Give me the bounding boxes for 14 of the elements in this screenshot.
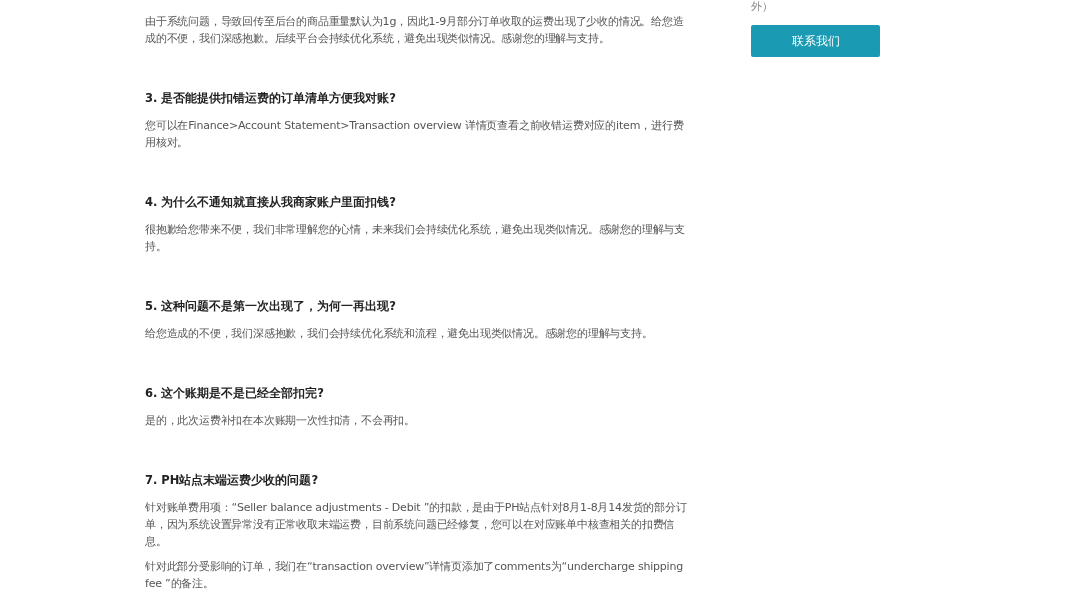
note-fragment: 外） — [751, 0, 774, 14]
answer-paragraph: 针对此部分受影响的订单，我们在“transaction overview”详情页添加了comments为“undercharge shipping fee ”的备注。 — [145, 559, 685, 592]
answer-paragraph: 很抱歉给您带来不便，我们非常理解您的心情，未来我们会持续优化系统，避免出现类似情况。感谢您的理解与支持。 — [145, 222, 686, 255]
answer-paragraph: 是的，此次运费补扣在本次账期一次性扣清，不会再扣。 — [145, 413, 416, 429]
answer-paragraph: 您可以在Finance>Account Statement>Transaction overview 详情页查看之前收错运费对应的item，进行费用核对。 — [145, 118, 685, 151]
faq-question: 5. 这种问题不是第一次出现了，为何一再出现? — [145, 298, 398, 315]
answer-paragraph: 给您造成的不便，我们深感抱歉，我们会持续优化系统和流程，避免出现类似情况。感谢您的理解与支持。 — [145, 326, 654, 342]
faq-question: 3. 是否能提供扣错运费的订单清单方便我对账? — [145, 90, 398, 107]
answer-paragraph: 针对账单费用项：“Seller balance adjustments - Debit ”的扣款，是由于PH站点针对8月1-8月14发货的部分订单，因为系统设置异常没有正常收取末端运费，目前系统问题已经修复，您可以在对应账单中核查相关的扣费信息。 — [145, 500, 688, 550]
faq-question: 4. 为什么不通知就直接从我商家账户里面扣钱? — [145, 194, 398, 211]
faq-question: 7. PH站点末端运费少收的问题? — [145, 472, 320, 489]
faq-question: 6. 这个账期是不是已经全部扣完? — [145, 385, 326, 402]
contact-button[interactable]: 联系我们 — [751, 25, 880, 57]
answer-paragraph: 由于系统问题，导致回传至后台的商品重量默认为1g，因此1-9月部分订单收取的运费出现了少收的情况。给您造成的不便，我们深感抱歉。后续平台会持续优化系统，避免出现类似情况。感谢您的理解与支持。 — [145, 14, 685, 47]
